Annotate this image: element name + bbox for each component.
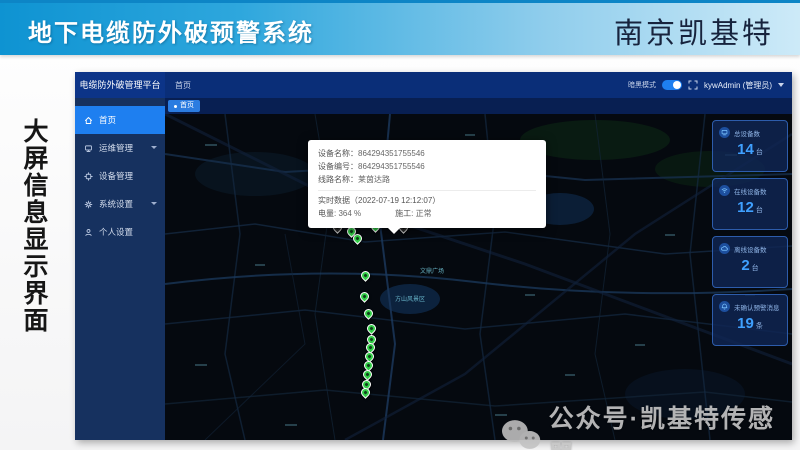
realtime-data-label: 实时数据（2022-07-19 12:12:07） (318, 196, 441, 205)
topbar-controls: 暗黑模式 kywAdmin (管理员) (628, 72, 784, 98)
stat-unit: 台 (751, 265, 759, 272)
sidebar-item-label: 系统设置 (99, 199, 134, 209)
device-id-value: 864294351755546 (358, 162, 425, 171)
cloud-icon (719, 243, 730, 254)
stat-unit: 条 (755, 323, 763, 330)
sidebar: 首页 运维管理 设备管理 系统设置 个人设置 (75, 98, 165, 440)
sidebar-item-label: 运维管理 (99, 143, 134, 153)
stat-value: 2 (741, 257, 750, 274)
stat-card-unconfirmed-alerts: 未确认预警消息 19 条 (712, 294, 788, 346)
tab-home-label: 首页 (180, 102, 194, 109)
popup-field-label: 设备编号： (318, 162, 358, 171)
dark-mode-toggle[interactable] (661, 80, 682, 90)
stat-card-total-devices: 总设备数 14 台 (712, 120, 788, 172)
dark-mode-label: 暗黑模式 (627, 82, 656, 89)
stat-value: 19 (737, 315, 754, 332)
sidebar-item-label: 设备管理 (99, 171, 134, 181)
stat-value: 12 (737, 199, 754, 216)
sidebar-item-home[interactable]: 首页 (75, 106, 165, 134)
map-pin-green[interactable] (359, 386, 372, 399)
popup-field-label: 线路名称： (318, 175, 358, 184)
chevron-down-icon (151, 146, 157, 149)
stat-card-offline-devices: 离线设备数 2台 (712, 236, 788, 288)
breadcrumb[interactable]: 首页 (175, 80, 191, 91)
wifi-icon (719, 185, 730, 196)
sidebar-item-settings[interactable]: 系统设置 (75, 190, 165, 218)
fullscreen-icon[interactable] (688, 80, 698, 90)
vertical-caption: 大屏信息显示界面 (20, 118, 48, 334)
map-pin-green[interactable] (362, 307, 375, 320)
map-pin-green[interactable] (358, 290, 371, 303)
watermark-text: 公众号·凯基特传感器 (548, 405, 775, 450)
home-icon (85, 116, 92, 124)
chevron-down-icon[interactable] (778, 83, 784, 87)
tab-dot-icon (174, 104, 177, 108)
stat-label: 总设备数 (734, 130, 760, 138)
stat-value: 14 (737, 141, 754, 158)
sidebar-item-label: 个人设置 (99, 227, 134, 237)
system-title: 地下电缆防外破预警系统 (28, 20, 314, 47)
device-name-value: 864294351755546 (358, 149, 425, 158)
map-place-label: 文鼎广场 (420, 269, 445, 275)
battery-value: 364 % (338, 209, 362, 218)
slide-header: 地下电缆防外破预警系统 南京凯基特 (0, 0, 800, 55)
metric-label: 施工: (395, 209, 414, 218)
app-topbar: 电缆防外破管理平台 首页 暗黑模式 kywAdmin (管理员) (75, 72, 792, 98)
stat-card-online-devices: 在线设备数 12 台 (712, 178, 788, 230)
device-popup: 设备名称：864294351755546 设备编号：86429435175554… (308, 140, 546, 234)
status-value: 正常 (415, 209, 432, 218)
user-icon (85, 228, 92, 236)
stat-label: 离线设备数 (734, 246, 767, 254)
sidebar-item-label: 首页 (99, 115, 117, 125)
user-menu[interactable]: kywAdmin (管理员) (704, 80, 772, 91)
chip-icon (84, 171, 93, 181)
tab-strip: 首页 (165, 98, 792, 114)
metric-label: 电量: (318, 209, 337, 218)
line-name-value: 莱茵达路 (358, 175, 390, 184)
brand-name: 南京凯基特 (613, 18, 774, 50)
stat-label: 未确认预警消息 (734, 304, 780, 312)
sidebar-item-profile[interactable]: 个人设置 (75, 218, 165, 246)
sidebar-item-devices[interactable]: 设备管理 (75, 162, 165, 190)
map-pin-green[interactable] (359, 269, 372, 282)
sidebar-item-operations[interactable]: 运维管理 (75, 134, 165, 162)
map-pin-green[interactable] (365, 322, 378, 335)
slide: 地下电缆防外破预警系统 南京凯基特 大屏信息显示界面 电缆防外破管理平台 首页 … (0, 0, 800, 450)
gear-icon (84, 200, 93, 208)
app-window: 电缆防外破管理平台 首页 暗黑模式 kywAdmin (管理员) 首页 首页 运… (75, 72, 792, 440)
popup-divider (318, 190, 536, 191)
stat-label: 在线设备数 (734, 188, 767, 196)
tab-home[interactable]: 首页 (168, 100, 200, 112)
app-logo: 电缆防外破管理平台 (75, 72, 165, 98)
monitor-icon (85, 144, 92, 152)
popup-metrics: 电量: 364 % 施工: 正常 (318, 207, 536, 220)
chevron-down-icon (151, 202, 157, 205)
popup-field-label: 设备名称： (318, 149, 358, 158)
map-place-label: 方山风景区 (395, 297, 426, 303)
devices-icon (719, 127, 730, 138)
bell-icon (719, 301, 730, 312)
stat-unit: 台 (755, 207, 763, 214)
watermark: 公众号·凯基特传感器 (500, 399, 800, 450)
wechat-icon (501, 420, 541, 449)
stat-unit: 台 (755, 149, 763, 156)
